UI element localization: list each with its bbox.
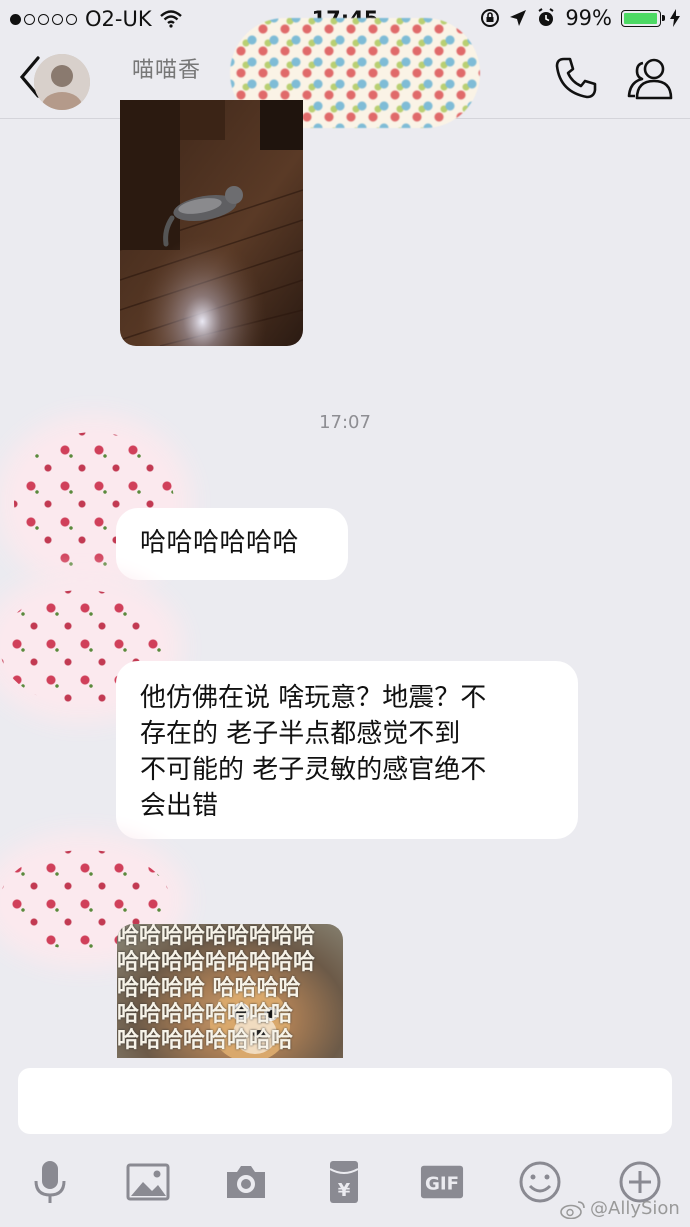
gif-icon[interactable]: GIF	[420, 1160, 464, 1204]
message-text: 哈哈哈哈哈哈	[140, 528, 300, 558]
meme-caption-line: 哈哈哈哈 哈哈哈哈	[117, 976, 301, 1001]
watermark: @AllySion	[560, 1198, 680, 1219]
alarm-icon	[538, 8, 554, 26]
red-packet-label: ¥	[338, 1180, 351, 1201]
meme-caption: 哈哈哈哈哈哈哈哈哈 哈哈哈哈哈哈哈哈哈 哈哈哈哈 哈哈哈哈 哈哈哈哈哈哈哈哈 哈…	[117, 924, 343, 1054]
message-input[interactable]	[18, 1068, 672, 1134]
message-text-line: 会出错	[140, 791, 219, 821]
gif-label: GIF	[425, 1174, 459, 1195]
meme-caption-line: 哈哈哈哈哈哈哈哈哈	[117, 950, 316, 975]
status-right: 99%	[480, 6, 680, 30]
contact-avatar[interactable]	[34, 54, 90, 110]
person-photo-icon	[34, 54, 90, 110]
meme-caption-line: 哈哈哈哈哈哈哈哈	[117, 1002, 294, 1027]
watermark-text: @AllySion	[590, 1198, 680, 1219]
message-text-line: 他仿佛在说 啥玩意？地震？不	[140, 683, 487, 713]
contact-name: 喵喵香	[132, 58, 202, 83]
phone-icon[interactable]	[552, 54, 600, 102]
profile-icon[interactable]	[626, 54, 676, 102]
charging-icon	[670, 9, 680, 27]
dog-meme-message[interactable]: 哈哈哈哈哈哈哈哈哈 哈哈哈哈哈哈哈哈哈 哈哈哈哈 哈哈哈哈 哈哈哈哈哈哈哈哈 哈…	[117, 924, 343, 1058]
location-icon	[510, 10, 527, 26]
battery-percent: 99%	[565, 6, 612, 30]
microphone-icon[interactable]	[28, 1160, 72, 1204]
red-packet-icon[interactable]: ¥	[322, 1160, 366, 1204]
cat-photo-message[interactable]	[120, 100, 303, 346]
meme-caption-line: 哈哈哈哈哈哈哈哈	[117, 1028, 294, 1053]
camera-icon[interactable]	[224, 1160, 268, 1204]
text-message-bubble[interactable]: 他仿佛在说 啥玩意？地震？不 存在的 老子半点都感觉不到 不可能的 老子灵敏的感…	[116, 661, 578, 839]
meme-caption-line: 哈哈哈哈哈哈哈哈哈	[117, 924, 316, 949]
message-timestamp: 17:07	[319, 412, 371, 433]
chat-header: 喵喵香	[0, 18, 690, 128]
emoji-icon[interactable]	[518, 1160, 562, 1204]
message-text-line: 存在的 老子半点都感觉不到	[140, 719, 461, 749]
weibo-icon	[560, 1200, 585, 1219]
image-icon[interactable]	[126, 1160, 170, 1204]
message-text-line: 不可能的 老子灵敏的感官绝不	[140, 755, 487, 785]
battery-icon	[621, 9, 665, 27]
text-message-bubble[interactable]: 哈哈哈哈哈哈	[116, 508, 348, 580]
rotation-lock-icon	[481, 9, 500, 27]
cat-photo-icon	[120, 100, 303, 346]
